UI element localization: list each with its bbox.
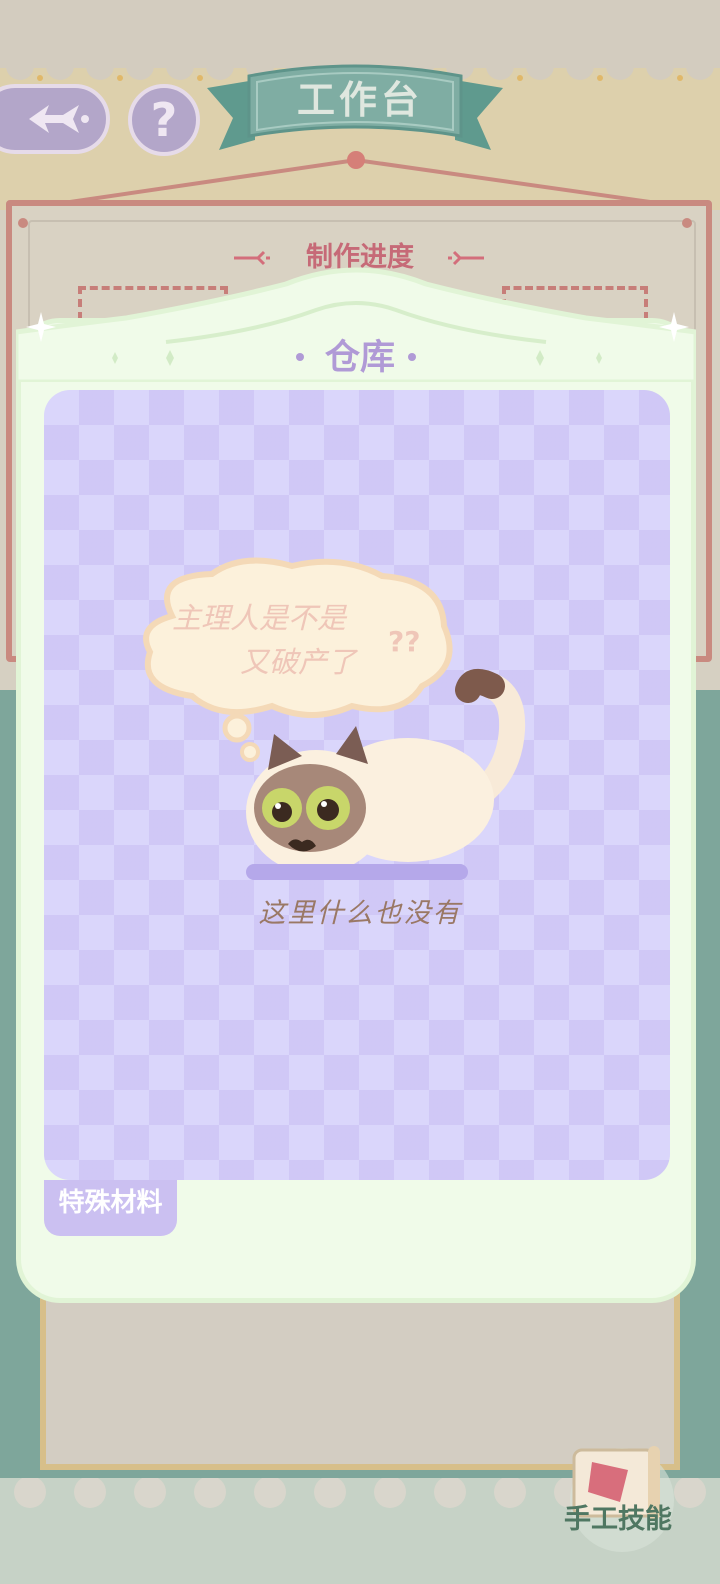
tab-special-materials[interactable]: 特殊材料 xyxy=(44,1180,177,1236)
board-nail xyxy=(18,218,28,228)
title-dot xyxy=(296,353,304,361)
thought-question-marks: ?? xyxy=(388,625,421,658)
thought-text-line1: 主理人是不是 xyxy=(172,601,347,635)
page-title: 工作台 xyxy=(296,78,423,122)
board-nail xyxy=(682,218,692,228)
cat-mascot-icon xyxy=(246,668,526,874)
cat-shadow xyxy=(246,864,468,880)
back-button[interactable] xyxy=(0,84,110,154)
empty-state-text: 这里什么也没有 xyxy=(258,898,462,929)
top-background xyxy=(0,0,720,60)
title-dot xyxy=(408,353,416,361)
craft-skill-label: 手工技能 xyxy=(564,1504,672,1535)
warehouse-title: 仓库 xyxy=(324,338,395,378)
help-button[interactable]: ? xyxy=(128,84,200,156)
help-icon: ? xyxy=(150,93,178,147)
hanging-string xyxy=(69,151,651,204)
back-arrow-icon xyxy=(29,105,89,133)
